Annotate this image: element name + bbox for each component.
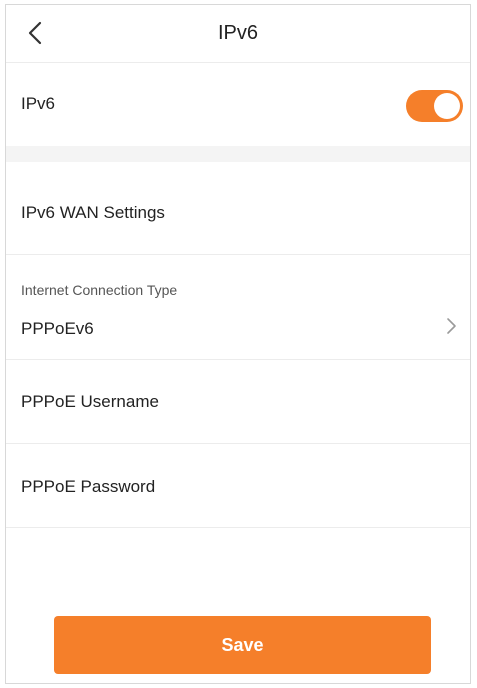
settings-screen: IPv6 IPv6 IPv6 WAN Settings Internet Con…: [5, 4, 471, 684]
connection-type-selector[interactable]: Internet Connection Type PPPoEv6: [6, 255, 470, 360]
wan-settings-section-header: IPv6 WAN Settings: [6, 162, 470, 255]
save-button[interactable]: Save: [54, 616, 431, 674]
toggle-knob: [434, 93, 460, 119]
wan-settings-title: IPv6 WAN Settings: [21, 203, 165, 222]
connection-type-value: PPPoEv6: [21, 319, 94, 338]
ipv6-toggle-row: IPv6: [6, 63, 470, 146]
pppoe-password-field[interactable]: PPPoE Password: [6, 444, 470, 528]
header-bar: IPv6: [6, 5, 470, 63]
pppoe-password-label: PPPoE Password: [21, 477, 156, 496]
connection-type-caption: Internet Connection Type: [21, 282, 178, 298]
page-title: IPv6: [217, 22, 259, 44]
pppoe-username-field[interactable]: PPPoE Username: [6, 360, 470, 444]
section-divider: [6, 146, 470, 162]
ipv6-toggle-switch[interactable]: [406, 90, 463, 122]
ipv6-label: IPv6: [21, 94, 56, 113]
chevron-right-icon: [447, 318, 456, 334]
pppoe-username-label: PPPoE Username: [21, 392, 159, 411]
